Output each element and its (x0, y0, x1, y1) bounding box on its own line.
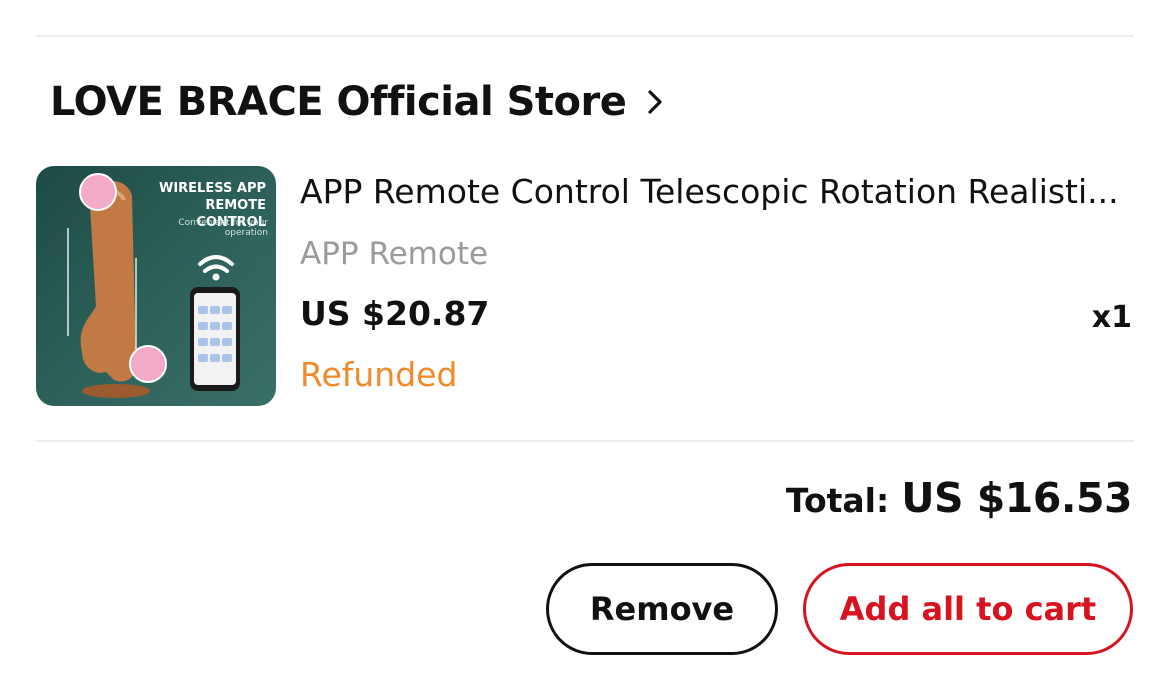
product-variant: APP Remote (300, 236, 489, 272)
remove-button[interactable]: Remove (546, 563, 778, 655)
total-label: Total: (785, 481, 890, 520)
product-title[interactable]: APP Remote Control Telescopic Rotation R… (300, 172, 1130, 211)
product-image[interactable]: WIRELESS APP REMOTE CONTROL Convenient f… (36, 166, 276, 406)
top-divider (36, 35, 1134, 37)
store-name: LOVE BRACE Official Store (50, 79, 627, 125)
add-all-to-cart-button[interactable]: Add all to cart (803, 563, 1133, 655)
order-total: Total: US $16.53 (785, 474, 1133, 522)
product-quantity: x1 (1091, 300, 1132, 335)
status-badge: Refunded (300, 355, 458, 394)
chevron-right-icon (646, 87, 668, 117)
store-header-link[interactable]: LOVE BRACE Official Store (50, 72, 668, 132)
image-subline: Convenient for your operation (178, 218, 268, 238)
product-price: US $20.87 (300, 294, 490, 333)
total-value: US $16.53 (901, 474, 1132, 522)
section-divider (36, 440, 1134, 442)
